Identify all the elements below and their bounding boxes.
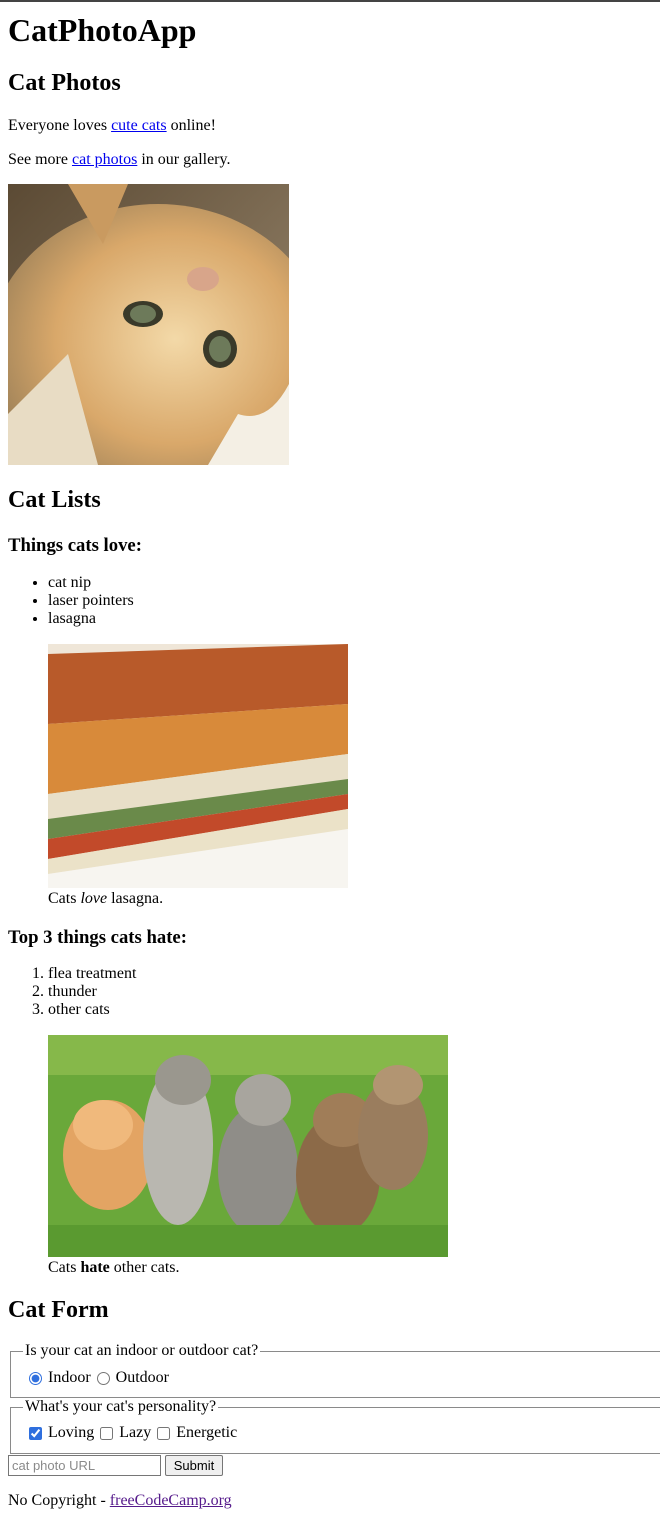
kittens-caption: Cats hate other cats. xyxy=(48,1258,180,1278)
cat-photo-url-input[interactable] xyxy=(8,1455,161,1476)
gallery-text-before: See more xyxy=(8,151,72,168)
cat-lists-heading: Cat Lists xyxy=(8,487,101,513)
location-legend: Is your cat an indoor or outdoor cat? xyxy=(25,1342,259,1359)
cute-cats-link[interactable]: cute cats xyxy=(111,117,167,134)
things-cats-hate-heading: Top 3 things cats hate: xyxy=(8,927,187,948)
cat-photo-link-image[interactable] xyxy=(8,184,289,465)
loving-checkbox[interactable] xyxy=(29,1426,42,1440)
page-title: CatPhotoApp xyxy=(8,12,197,48)
list-item: flea treatment xyxy=(48,965,348,983)
things-cats-love-heading: Things cats love: xyxy=(8,535,142,556)
cat-photos-heading: Cat Photos xyxy=(8,70,121,96)
location-options: Indoor Outdoor xyxy=(29,1369,175,1387)
lasagna-image xyxy=(48,644,348,888)
footer-text: No Copyright - freeCodeCamp.org xyxy=(8,1491,232,1511)
list-item: thunder xyxy=(48,983,348,1001)
intro-paragraph: Everyone loves cute cats online! xyxy=(8,116,216,136)
caption-text: lasagna. xyxy=(107,890,164,907)
list-item: lasagna xyxy=(48,610,348,628)
list-item: cat nip xyxy=(48,574,348,592)
kittens-image xyxy=(48,1035,448,1257)
caption-text: other cats. xyxy=(109,1259,180,1276)
cat-photos-link[interactable]: cat photos xyxy=(72,151,137,168)
loving-label[interactable]: Loving xyxy=(48,1424,94,1442)
outdoor-label[interactable]: Outdoor xyxy=(116,1369,169,1387)
submit-button[interactable]: Submit xyxy=(165,1455,223,1476)
hate-list: flea treatment thunder other cats xyxy=(8,965,348,1019)
lasagna-caption: Cats love lasagna. xyxy=(48,889,163,909)
list-item: laser pointers xyxy=(48,592,348,610)
freecodecamp-link[interactable]: freeCodeCamp.org xyxy=(110,1492,232,1509)
indoor-radio[interactable] xyxy=(29,1371,42,1385)
cat-form-heading: Cat Form xyxy=(8,1297,109,1323)
cat-photo-image xyxy=(8,184,289,465)
intro-text-before: Everyone loves xyxy=(8,117,112,134)
outdoor-radio[interactable] xyxy=(96,1371,110,1385)
energetic-label[interactable]: Energetic xyxy=(176,1424,237,1442)
list-item: other cats xyxy=(48,1001,348,1019)
footer-copyright-text: No Copyright - xyxy=(8,1492,110,1509)
caption-text: Cats xyxy=(48,1259,81,1276)
caption-emphasis: love xyxy=(80,890,108,907)
indoor-label[interactable]: Indoor xyxy=(48,1369,91,1387)
intro-text-after: online! xyxy=(166,117,216,134)
caption-text: Cats xyxy=(48,890,81,907)
energetic-checkbox[interactable] xyxy=(157,1426,171,1440)
gallery-text-after: in our gallery. xyxy=(137,151,231,168)
love-list: cat nip laser pointers lasagna xyxy=(8,574,348,628)
personality-options: Loving Lazy Energetic xyxy=(29,1424,243,1442)
lazy-label[interactable]: Lazy xyxy=(119,1424,151,1442)
lazy-checkbox[interactable] xyxy=(100,1426,114,1440)
personality-legend: What's your cat's personality? xyxy=(25,1398,217,1415)
caption-strong: hate xyxy=(80,1259,110,1276)
gallery-paragraph: See more cat photos in our gallery. xyxy=(8,150,230,170)
